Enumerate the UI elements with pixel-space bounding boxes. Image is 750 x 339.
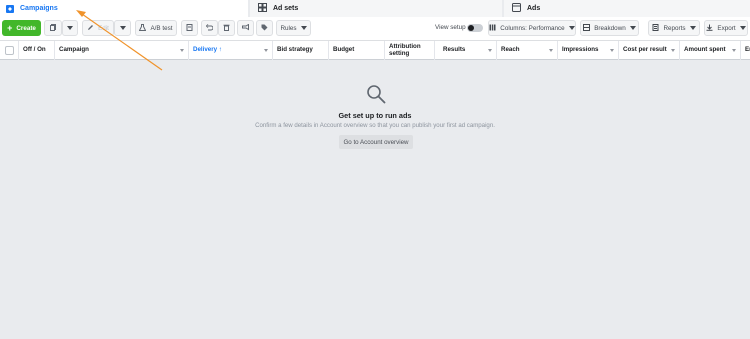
rules-button[interactable]: Rules [276,20,311,36]
export-dropdown-label: Export [717,24,736,32]
export-dropdown[interactable]: Export [704,20,748,36]
column-label: Cost per result [623,46,667,54]
chevron-down-icon [689,26,696,30]
column-amount-spent[interactable]: Amount spent [680,41,741,60]
chevron-down-icon [732,49,736,52]
column-label: Campaign [59,46,89,54]
delete-button[interactable] [218,20,235,36]
archive-button[interactable] [181,20,198,36]
column-impressions[interactable]: Impressions [558,41,619,60]
column-label: En [745,46,750,54]
chevron-down-icon [119,26,126,30]
column-delivery[interactable]: Delivery ↑ [189,41,273,60]
tab-ads[interactable]: Ads [504,0,750,17]
columns-dropdown[interactable]: Columns: Performance [488,20,576,36]
chevron-down-icon [671,49,675,52]
column-budget[interactable]: Budget [329,41,385,60]
megaphone-icon [242,23,249,33]
column-label: Results [443,46,466,54]
select-all-cell [0,41,19,60]
edit-button[interactable]: Edit [82,20,114,36]
column-label: Impressions [562,46,599,54]
column-label: Bid strategy [277,46,313,54]
flask-icon [139,23,147,33]
columns-icon [489,24,496,33]
column-results[interactable]: Results [439,41,497,60]
column-cost-per-result[interactable]: Cost per result [619,41,680,60]
duplicate-dropdown[interactable] [62,20,78,36]
columns-dropdown-label: Columns: Performance [500,24,565,32]
undo-button[interactable] [201,20,218,36]
download-icon [706,24,713,33]
empty-state-subtitle: Confirm a few details in Account overvie… [255,122,495,129]
toggle-knob [468,25,474,31]
go-to-account-overview-button[interactable]: Go to Account overview [339,135,413,149]
ads-icon [512,3,521,14]
breakdown-dropdown-label: Breakdown [594,24,626,32]
level-tabs: Campaigns Ad sets Ads [0,0,750,17]
ab-test-button-label: A/B test [150,24,173,32]
reports-icon [652,23,659,33]
tag-icon [261,24,268,33]
column-label: Off / On [23,46,46,54]
column-label: Amount spent [684,46,726,54]
magnifier-icon [367,85,386,104]
empty-state: Get set up to run ads Confirm a few deta… [0,60,750,339]
create-button-label: Create [16,24,36,32]
duplicate-icon [49,23,57,33]
ab-test-button[interactable]: A/B test [135,20,177,36]
archive-icon [186,23,193,33]
column-off-on[interactable]: Off / On [19,41,55,60]
ads-manager: Campaigns Ad sets Ads + Create Edit A/B … [0,0,750,339]
campaigns-icon [6,4,14,13]
chevron-down-icon [264,49,268,52]
column-label: Reach [501,46,520,54]
chevron-down-icon [300,26,307,30]
view-setup-toggle[interactable] [467,24,483,32]
select-all-checkbox[interactable] [4,46,14,55]
breakdown-dropdown[interactable]: Breakdown [580,20,639,36]
chevron-down-icon [568,26,575,30]
column-ends[interactable]: En [741,41,750,60]
tab-campaigns[interactable]: Campaigns [0,0,248,17]
column-bid-strategy[interactable]: Bid strategy [273,41,329,60]
chevron-down-icon [549,49,553,52]
reports-dropdown[interactable]: Reports [648,20,700,36]
trash-icon [223,24,230,33]
column-label: Attribution setting [389,42,421,57]
plus-icon: + [7,22,13,33]
chevron-down-icon [739,26,746,30]
duplicate-button[interactable] [44,20,62,36]
undo-icon [205,23,214,33]
column-label: Delivery ↑ [193,46,222,54]
create-button[interactable]: + Create [2,20,41,36]
table-header: Off / On Campaign Delivery ↑ Bid strateg… [0,40,750,60]
chevron-down-icon [67,26,73,30]
tags-button[interactable] [256,20,273,36]
column-attribution-setting[interactable]: Attribution setting [385,41,435,60]
preview-button[interactable] [237,20,254,36]
edit-button-label: Edit [98,24,109,32]
chevron-down-icon [180,49,184,52]
tab-ads-label: Ads [527,5,541,12]
toolbar: + Create Edit A/B test Rules View setup … [0,17,750,40]
tab-ad-sets[interactable]: Ad sets [250,0,502,17]
tab-campaigns-label: Campaigns [20,5,58,12]
pencil-icon [87,24,94,33]
empty-state-title: Get set up to run ads [338,111,412,120]
view-setup-label: View setup [435,24,466,31]
column-campaign[interactable]: Campaign [55,41,189,60]
tab-ad-sets-label: Ad sets [273,5,299,12]
reports-dropdown-label: Reports [663,24,686,32]
chevron-down-icon [610,49,614,52]
breakdown-icon [583,23,591,33]
chevron-down-icon [629,26,636,30]
column-reach[interactable]: Reach [497,41,558,60]
chevron-down-icon [488,49,492,52]
edit-dropdown[interactable] [114,20,131,36]
rules-button-label: Rules [280,24,297,32]
column-label: Budget [333,46,355,54]
ad-sets-icon [258,3,267,14]
